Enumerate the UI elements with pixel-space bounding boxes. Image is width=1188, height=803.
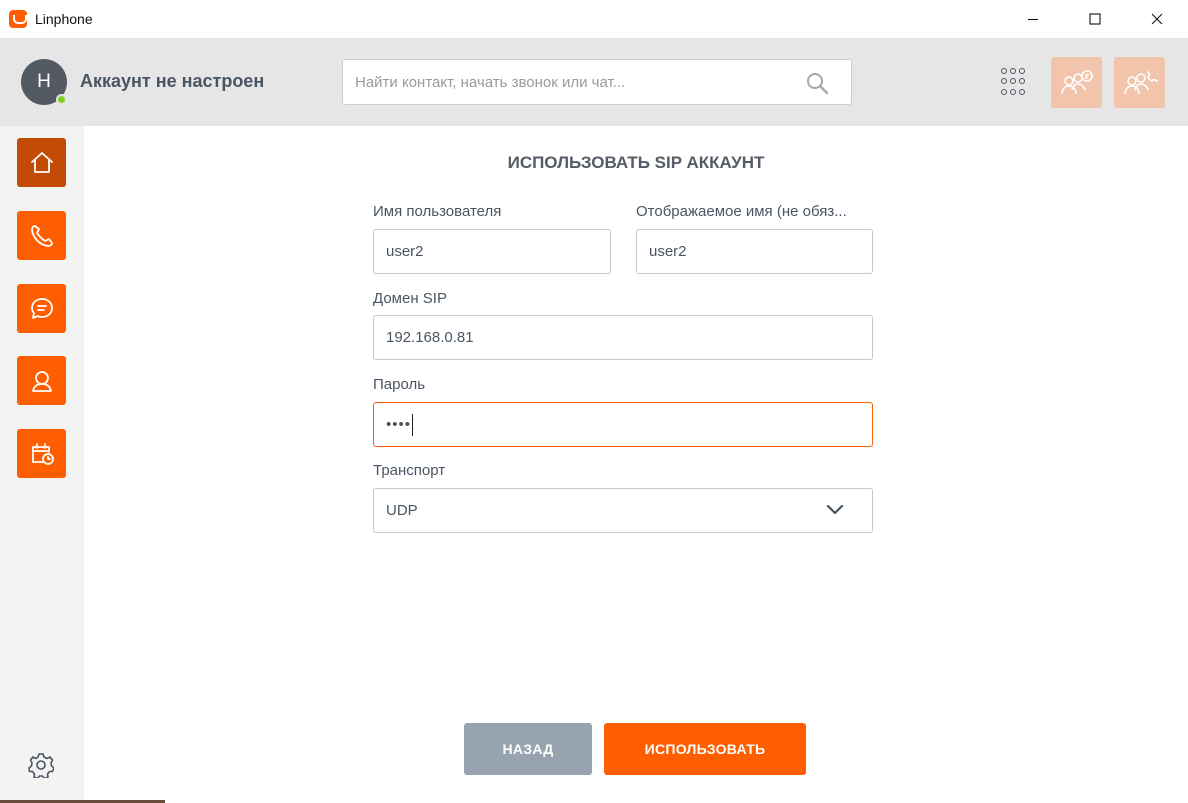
settings-icon[interactable] — [28, 752, 54, 778]
linphone-logo-icon — [9, 10, 27, 28]
username-value: user2 — [386, 243, 424, 260]
chat-icon — [30, 297, 53, 319]
display-name-value: user2 — [649, 243, 687, 260]
minimize-icon — [1028, 18, 1038, 21]
page-title: ИСПОЛЬЗОВАТЬ SIP АККАУНТ — [507, 153, 765, 172]
window-titlebar: Linphone — [0, 0, 1188, 38]
maximize-icon — [1089, 13, 1101, 25]
close-button[interactable] — [1126, 0, 1188, 38]
chevron-down-icon — [826, 504, 844, 515]
transport-value: UDP — [386, 502, 418, 519]
sip-domain-value: 192.168.0.81 — [386, 329, 474, 346]
sidebar-item-calls[interactable] — [17, 211, 66, 260]
sidebar — [0, 126, 84, 803]
phone-icon — [30, 224, 53, 247]
search-input[interactable] — [355, 60, 795, 104]
text-caret — [412, 413, 414, 436]
conference-call-icon — [1123, 70, 1158, 94]
password-value: •••• — [386, 416, 412, 433]
conference-call-button[interactable] — [1114, 57, 1165, 108]
transport-select[interactable]: UDP — [373, 488, 873, 533]
search-box[interactable] — [342, 59, 852, 105]
window-controls — [1002, 0, 1188, 38]
top-header: H Аккаунт не настроен — [0, 38, 1188, 126]
password-label: Пароль — [373, 376, 426, 393]
contact-icon — [31, 370, 52, 392]
sidebar-item-chat[interactable] — [17, 284, 66, 333]
display-name-field[interactable]: user2 — [636, 229, 873, 274]
sidebar-item-home[interactable] — [17, 138, 66, 187]
conference-chat-icon — [1060, 69, 1093, 94]
sip-domain-field[interactable]: 192.168.0.81 — [373, 315, 873, 360]
search-icon[interactable] — [805, 71, 829, 95]
calendar-icon — [31, 442, 54, 465]
back-button[interactable]: НАЗАД — [464, 723, 592, 775]
presence-status-indicator — [56, 94, 67, 105]
close-icon — [1151, 13, 1163, 25]
dialpad-icon[interactable] — [1001, 68, 1027, 96]
transport-label: Транспорт — [373, 462, 446, 479]
home-icon — [30, 151, 53, 173]
conference-chat-button[interactable] — [1051, 57, 1102, 108]
use-button[interactable]: ИСПОЛЬЗОВАТЬ — [604, 723, 806, 775]
password-field[interactable]: •••• — [373, 402, 873, 447]
username-label: Имя пользователя — [373, 203, 502, 220]
username-field[interactable]: user2 — [373, 229, 611, 274]
maximize-button[interactable] — [1064, 0, 1126, 38]
sidebar-item-meetings[interactable] — [17, 429, 66, 478]
window-title: Linphone — [35, 11, 93, 27]
sip-domain-label: Домен SIP — [373, 290, 447, 307]
sidebar-item-contacts[interactable] — [17, 356, 66, 405]
minimize-button[interactable] — [1002, 0, 1064, 38]
account-status-label[interactable]: Аккаунт не настроен — [80, 71, 264, 92]
display-name-label: Отображаемое имя (не обяз... — [636, 203, 847, 220]
